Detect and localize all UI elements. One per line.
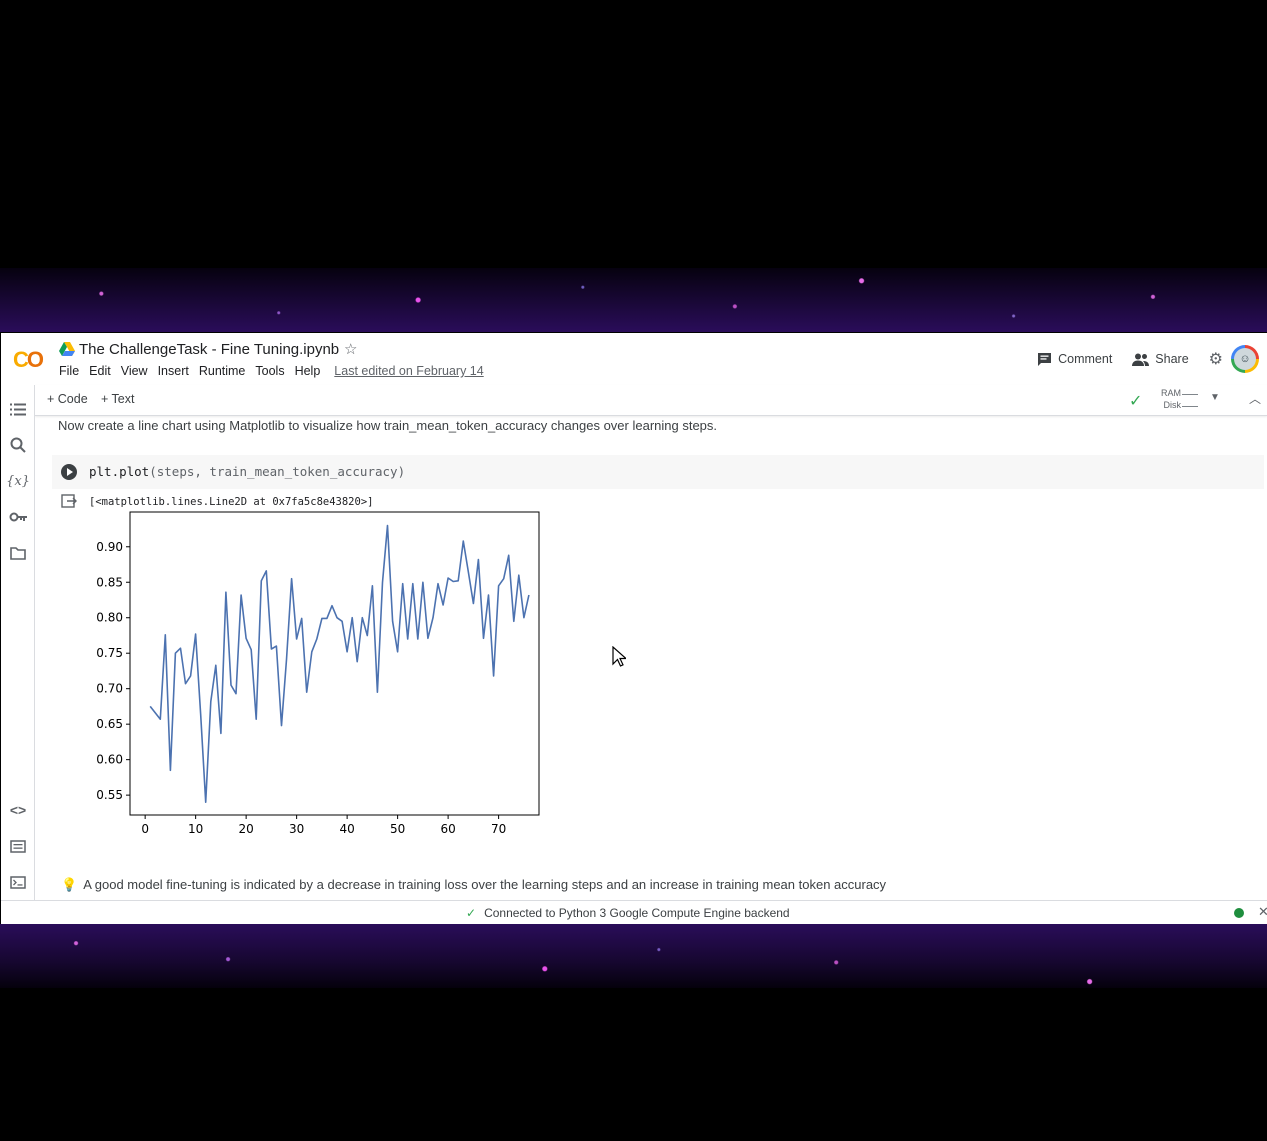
tip-text-cell[interactable]: 💡 A good model fine-tuning is indicated b… <box>61 877 886 893</box>
x-tick-label: 0 <box>141 822 149 836</box>
y-tick-label: 0.80 <box>96 611 123 625</box>
colab-window: CO The ChallengeTask - Fine Tuning.ipynb… <box>1 333 1267 924</box>
background-space-band-top <box>0 268 1267 332</box>
add-text-button[interactable]: + Text <box>101 392 134 406</box>
menu-view[interactable]: View <box>121 364 148 378</box>
menu-help[interactable]: Help <box>295 364 321 378</box>
connected-check-icon: ✓ <box>1129 393 1143 410</box>
x-tick-label: 50 <box>390 822 405 836</box>
share-label: Share <box>1155 352 1189 366</box>
code-line[interactable]: plt.plot(steps, train_mean_token_accurac… <box>89 464 405 479</box>
y-tick-label: 0.75 <box>96 646 123 660</box>
cell-output-text: [<matplotlib.lines.Line2D at 0x7fa5c8e43… <box>89 496 374 508</box>
play-icon <box>67 468 73 476</box>
code-arguments: (steps, train_mean_token_accuracy) <box>149 464 406 479</box>
notebook-toolbar: + Code + Text ✓ RAM Disk ▼ ︿ <box>35 385 1267 416</box>
y-tick-label: 0.60 <box>96 753 123 767</box>
secrets-key-icon[interactable] <box>8 507 28 527</box>
connection-status-text: Connected to Python 3 Google Compute Eng… <box>484 906 790 920</box>
files-folder-icon[interactable] <box>8 543 28 563</box>
add-code-button[interactable]: + Code <box>47 392 88 406</box>
menu-tools[interactable]: Tools <box>255 364 284 378</box>
code-snippets-icon[interactable]: <> <box>8 800 28 820</box>
x-tick-label: 40 <box>339 822 354 836</box>
text-cell-instruction[interactable]: Now create a line chart using Matplotlib… <box>58 418 717 433</box>
disk-usage-bar <box>1182 406 1198 407</box>
close-icon[interactable]: ✕ <box>1258 904 1267 920</box>
mouse-cursor-icon <box>612 646 626 667</box>
header: CO The ChallengeTask - Fine Tuning.ipynb… <box>1 333 1267 385</box>
y-tick-label: 0.85 <box>96 575 123 589</box>
menu-runtime[interactable]: Runtime <box>199 364 246 378</box>
caret-down-icon[interactable]: ▼ <box>1210 392 1220 403</box>
search-icon[interactable] <box>8 435 28 455</box>
status-bar: ✓ Connected to Python 3 Google Compute En… <box>1 900 1267 924</box>
x-tick-label: 20 <box>238 822 253 836</box>
y-tick-label: 0.90 <box>96 540 123 554</box>
menu-bar: File Edit View Insert Runtime Tools Help… <box>59 364 484 378</box>
y-tick-label: 0.65 <box>96 717 123 731</box>
connection-status[interactable]: ✓ Connected to Python 3 Google Compute En… <box>466 906 790 920</box>
x-tick-label: 60 <box>440 822 455 836</box>
ram-usage-bar <box>1182 394 1198 395</box>
colab-logo[interactable]: CO <box>13 347 44 373</box>
tip-text: A good model fine-tuning is indicated by… <box>83 877 887 892</box>
menu-insert[interactable]: Insert <box>158 364 189 378</box>
left-sidebar: {x} <> <box>1 385 35 900</box>
notebook-content: Now create a line chart using Matplotlib… <box>35 416 1267 900</box>
user-avatar[interactable]: ☺ <box>1231 345 1259 373</box>
status-dot-icon <box>1234 908 1244 918</box>
table-of-contents-icon[interactable] <box>8 399 28 419</box>
x-tick-label: 30 <box>289 822 304 836</box>
star-icon[interactable]: ☆ <box>344 340 357 358</box>
terminal-icon[interactable] <box>8 872 28 892</box>
command-palette-icon[interactable] <box>8 836 28 856</box>
chevron-up-icon[interactable]: ︿ <box>1249 390 1261 407</box>
comment-label: Comment <box>1058 352 1113 366</box>
chart-background <box>85 511 545 851</box>
avatar-face-icon: ☺ <box>1234 348 1256 370</box>
menu-file[interactable]: File <box>59 364 79 378</box>
header-actions: Comment Share ⚙ ☺ <box>1037 345 1267 373</box>
output-actions-icon[interactable] <box>61 494 77 510</box>
share-button[interactable]: Share <box>1132 352 1189 366</box>
variables-icon[interactable]: {x} <box>6 471 30 491</box>
resource-monitor[interactable]: RAM Disk <box>1153 387 1181 411</box>
run-cell-button[interactable] <box>61 464 77 480</box>
comment-icon <box>1038 352 1052 366</box>
people-icon <box>1132 353 1150 366</box>
google-drive-icon <box>59 342 75 356</box>
status-check-icon: ✓ <box>466 906 477 920</box>
menu-edit[interactable]: Edit <box>89 364 111 378</box>
accuracy-line-chart: 0.55 0.60 0.65 0.70 0.75 0.80 0.85 0.90 0 10 20 30 4… <box>85 511 545 851</box>
x-tick-label: 70 <box>491 822 506 836</box>
last-edited-link[interactable]: Last edited on February 14 <box>334 364 483 378</box>
settings-gear-icon[interactable]: ⚙ <box>1209 349 1223 369</box>
code-function: plt.plot <box>89 464 150 479</box>
disk-label: Disk <box>1163 400 1182 410</box>
ram-label: RAM <box>1161 388 1181 398</box>
x-tick-label: 10 <box>188 822 203 836</box>
comment-button[interactable]: Comment <box>1037 352 1112 367</box>
notebook-title[interactable]: The ChallengeTask - Fine Tuning.ipynb <box>79 341 339 358</box>
lightbulb-icon: 💡 <box>61 877 78 892</box>
code-cell[interactable]: plt.plot(steps, train_mean_token_accurac… <box>52 455 1264 489</box>
background-space-band-bottom <box>0 924 1267 988</box>
y-tick-label: 0.70 <box>96 682 123 696</box>
y-tick-label: 0.55 <box>96 788 123 802</box>
